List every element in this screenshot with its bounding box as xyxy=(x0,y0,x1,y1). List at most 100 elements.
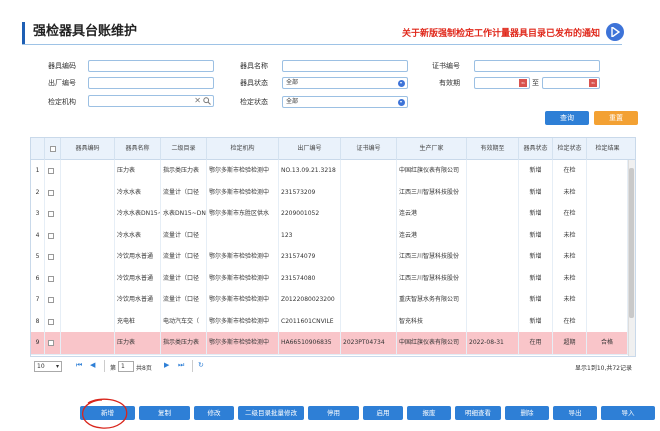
row-checkbox[interactable] xyxy=(48,340,54,346)
search-icon[interactable] xyxy=(203,97,211,105)
validity-to-input[interactable]: 31 xyxy=(542,77,600,89)
label-instrument-name: 器具名称 xyxy=(240,62,268,70)
table-cell xyxy=(467,289,519,311)
action-button[interactable]: 二级目录批量修改 xyxy=(238,406,304,420)
row-select-cell xyxy=(45,224,61,247)
header-col[interactable]: 出厂编号 xyxy=(279,138,341,160)
table-cell: 未检 xyxy=(553,181,587,204)
page-size-value: 10 xyxy=(37,363,45,370)
page-size-select[interactable]: 10 ▾ xyxy=(34,361,62,372)
reset-button[interactable]: 重置 xyxy=(594,111,638,125)
row-checkbox[interactable] xyxy=(48,211,54,217)
header-col[interactable]: 器具状态 xyxy=(519,138,553,160)
chevron-down-icon: ▾ xyxy=(55,363,59,370)
table-cell: 231574079 xyxy=(279,246,341,268)
chevron-down-icon xyxy=(398,80,405,87)
table-cell xyxy=(341,160,397,182)
factory-no-input[interactable] xyxy=(88,77,214,89)
notice-link[interactable]: 关于新版强制检定工作计量器具目录已发布的通知 xyxy=(402,26,600,39)
row-number: 9 xyxy=(31,332,45,354)
header-col[interactable]: 器具编码 xyxy=(61,138,115,160)
notice-play-button[interactable] xyxy=(606,23,624,41)
table-cell xyxy=(61,289,115,311)
header-select-all[interactable] xyxy=(45,138,61,160)
action-button[interactable]: 启用 xyxy=(363,406,403,420)
page-number-input[interactable]: 1 xyxy=(118,361,134,372)
header-col[interactable]: 器具名称 xyxy=(115,138,161,160)
action-button[interactable]: 报废 xyxy=(407,406,451,420)
table-cell: 江西三川智慧科技股份 xyxy=(397,181,467,204)
action-button[interactable]: 导入 xyxy=(601,406,655,420)
close-icon[interactable]: ✕ xyxy=(194,96,201,105)
action-button[interactable]: 明细查看 xyxy=(455,406,501,420)
row-checkbox[interactable] xyxy=(48,232,54,239)
header-col[interactable]: 证书编号 xyxy=(341,138,397,160)
play-icon xyxy=(611,27,620,37)
row-checkbox[interactable] xyxy=(48,168,54,174)
header-col[interactable]: 检定状态 xyxy=(553,138,587,160)
table-row[interactable]: 1 压力表 指示类压力表 鄂尔多斯市检验检测中 NO.13.09.21.3218 中国红旗… xyxy=(31,160,629,183)
table-cell xyxy=(341,289,397,311)
instrument-status-select[interactable]: 全部 xyxy=(282,77,408,89)
action-button[interactable]: 导出 xyxy=(553,406,597,420)
query-button[interactable]: 查询 xyxy=(545,111,589,125)
action-button[interactable]: 复制 xyxy=(139,406,190,420)
prev-page-icon[interactable]: ◀ xyxy=(90,361,95,369)
last-page-icon[interactable]: ⏭ xyxy=(178,361,184,370)
first-page-icon[interactable]: ⏮ xyxy=(76,361,82,370)
verification-org-input[interactable]: ✕ xyxy=(88,95,214,107)
record-summary: 显示1到10,共72记录 xyxy=(575,365,632,372)
row-checkbox[interactable] xyxy=(48,254,54,260)
table-row[interactable]: 6 冷饮用水普通 流量计（口径 鄂尔多斯市检验检测中 231574080 江西三川智慧科技… xyxy=(31,267,629,291)
row-checkbox[interactable] xyxy=(48,318,54,325)
scrollbar-thumb[interactable] xyxy=(629,168,634,318)
table-row[interactable]: 9 压力表 指示类压力表 鄂尔多斯市检验检测中 HA66510906835 2023PT0… xyxy=(31,332,629,355)
action-button[interactable]: 停用 xyxy=(308,406,359,420)
header-col[interactable]: 生产厂家 xyxy=(397,138,467,160)
certificate-no-input[interactable] xyxy=(474,60,600,72)
table-row[interactable]: 3 冷水水表DN15~DN水表DN15~DN鄂尔多斯市东胜区供水220900105… xyxy=(31,203,629,226)
table-cell xyxy=(467,203,519,225)
table-cell xyxy=(587,267,628,290)
row-number: 5 xyxy=(31,246,45,268)
verification-status-select[interactable]: 全部 xyxy=(282,96,408,108)
table-cell: 鄂尔多斯市检验检测中 xyxy=(207,267,279,290)
table-cell xyxy=(61,224,115,247)
instrument-name-input[interactable] xyxy=(282,60,408,72)
table-cell: 压力表 xyxy=(115,160,161,182)
table-cell: 超期 xyxy=(553,332,587,354)
table-cell xyxy=(61,267,115,290)
header-col[interactable]: 检定机构 xyxy=(207,138,279,160)
table-row[interactable]: 5 冷饮用水普通 流量计（口径 鄂尔多斯市检验检测中 231574079 江西三川智慧科技… xyxy=(31,246,629,269)
table-cell xyxy=(587,203,628,225)
row-checkbox[interactable] xyxy=(48,189,54,196)
action-button[interactable]: 删除 xyxy=(505,406,549,420)
row-select-cell xyxy=(45,310,61,333)
calendar-icon[interactable]: 31 xyxy=(589,79,597,87)
table-row[interactable]: 4 冷水水表 流量计（口径 123 连云港 新增 未检 xyxy=(31,224,629,248)
verification-status-value: 全部 xyxy=(286,98,299,105)
select-all-checkbox[interactable] xyxy=(50,146,56,152)
table-cell: 2209001052 xyxy=(279,203,341,225)
calendar-icon[interactable]: 31 xyxy=(519,79,527,87)
row-checkbox[interactable] xyxy=(48,275,54,282)
table-row[interactable]: 8 充电桩 电动汽车交（ 鄂尔多斯市检验检测中 C2011601CNVILE 智充科技 新增… xyxy=(31,310,629,334)
header-col[interactable]: 二级目录 xyxy=(161,138,207,160)
row-checkbox[interactable] xyxy=(48,297,54,303)
action-button[interactable]: 修改 xyxy=(194,406,234,420)
next-page-icon[interactable]: ▶ xyxy=(164,361,169,369)
header-col[interactable]: 检定结果 xyxy=(587,138,628,160)
table-cell: 新增 xyxy=(519,310,553,333)
table-cell: 重庆智慧水务有限公司 xyxy=(397,289,467,311)
table-row[interactable]: 7 冷饮用水普通 流量计（口径 鄂尔多斯市检验检测中 Z0122080023200 重庆智… xyxy=(31,289,629,312)
row-number: 4 xyxy=(31,224,45,247)
label-validity: 有效期 xyxy=(439,79,460,87)
instrument-code-input[interactable] xyxy=(88,60,214,72)
table-cell xyxy=(341,267,397,290)
table-row[interactable]: 2 冷水水表 流量计（口径 鄂尔多斯市检验检测中 231573209 江西三川智慧科技股份… xyxy=(31,181,629,205)
header-col[interactable]: 有效期至 xyxy=(467,138,519,160)
validity-from-input[interactable]: 31 xyxy=(474,77,530,89)
refresh-icon[interactable]: ↻ xyxy=(198,361,204,369)
table-cell: 新增 xyxy=(519,224,553,247)
table-cell xyxy=(467,310,519,333)
